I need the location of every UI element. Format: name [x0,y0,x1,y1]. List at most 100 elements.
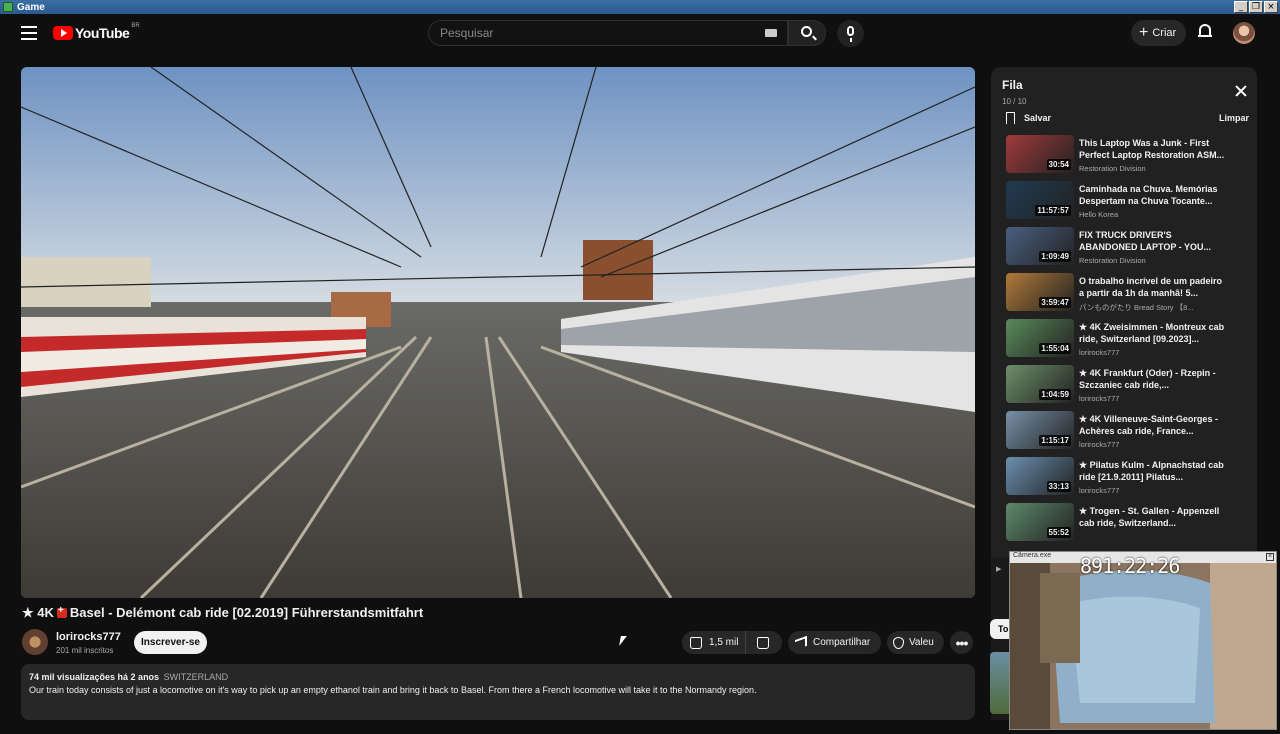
queue-item-thumbnail[interactable]: 1:15:17 [1006,411,1074,449]
thumb-up-icon [690,636,702,649]
minimize-button[interactable]: _ [1234,1,1248,13]
queue-item[interactable]: 11:57:57 Caminhada na Chuva. Memórias Des… [1006,181,1246,223]
related-video-thumbnail[interactable] [990,652,1010,714]
queue-item-thumbnail[interactable]: 55:52 [1006,503,1074,541]
restore-button[interactable]: ❐ [1249,1,1263,13]
queue-item-title[interactable]: Caminhada na Chuva. Memórias Despertam n… [1079,183,1229,207]
webcam-overlay-window[interactable]: Câmera.exe × 891:22:26 [1009,551,1277,730]
queue-item-duration: 30:54 [1046,159,1071,170]
play-logo-icon [53,26,73,40]
queue-item-title[interactable]: O trabalho incrível de um padeiro a part… [1079,275,1229,299]
mic-icon [847,26,854,42]
swiss-flag-icon [56,605,67,618]
close-icon[interactable] [1234,84,1248,98]
queue-item-title[interactable]: This Laptop Was a Junk - First Perfect L… [1079,137,1229,161]
queue-item-duration: 1:55:04 [1039,343,1071,354]
account-avatar[interactable] [1233,22,1255,44]
share-button[interactable]: Compartilhar [788,631,881,654]
queue-item-channel: lorirocks777 [1079,348,1120,357]
masthead: YouTube BR +Criar [0,14,1280,54]
search-icon [801,26,812,37]
queue-item-duration: 33:13 [1046,481,1071,492]
search-button[interactable] [788,20,826,46]
thanks-button[interactable]: Valeu [887,631,944,654]
queue-item[interactable]: 1:55:04 ★ 4K Zweisimmen - Montreux cab ri… [1006,319,1246,361]
queue-item-channel: パンものがたり Bread Story 【8... [1079,303,1194,312]
queue-item-thumbnail[interactable]: 1:04:59 [1006,365,1074,403]
save-queue-button[interactable]: Salvar [1006,112,1051,124]
queue-item-title[interactable]: ★ Trogen - St. Gallen - Appenzell cab ri… [1079,505,1229,529]
queue-item-duration: 3:59:47 [1039,297,1071,308]
subscriber-count: 201 mil inscritos [56,646,114,655]
queue-item-thumbnail[interactable]: 3:59:47 [1006,273,1074,311]
video-player[interactable] [21,67,975,598]
dislike-button[interactable] [757,636,769,649]
close-window-button[interactable]: × [1264,1,1278,13]
video-frame [21,67,975,598]
voice-search-button[interactable] [837,20,864,47]
queue-item-title[interactable]: ★ Pilatus Kulm - Alpnachstad cab ride [2… [1079,459,1229,483]
search-box [428,20,788,46]
share-icon [795,635,807,650]
queue-item-thumbnail[interactable]: 1:09:49 [1006,227,1074,265]
queue-item-duration: 1:09:49 [1039,251,1071,262]
webcam-timer: 891:22:26 [1080,554,1180,578]
queue-title: Fila [1002,78,1023,92]
queue-item[interactable]: 3:59:47 O trabalho incrível de um padeiro… [1006,273,1246,315]
keyboard-icon[interactable] [765,29,777,37]
queue-item[interactable]: 1:15:17 ★ 4K Villeneuve-Saint-Georges - A… [1006,411,1246,453]
queue-item-channel: lorirocks777 [1079,394,1120,403]
channel-avatar[interactable] [22,629,48,655]
clear-queue-button[interactable]: Limpar [1219,113,1249,123]
queue-panel: Fila 10 / 10 Salvar Limpar 30:54 This Lap… [991,67,1257,557]
queue-item-channel: Hello Korea [1079,210,1119,219]
queue-item-title[interactable]: ★ 4K Villeneuve-Saint-Georges - Achères … [1079,413,1229,437]
queue-item[interactable]: 1:09:49 FIX TRUCK DRIVER'S ABANDONED LAPT… [1006,227,1246,269]
description-meta: 74 mil visualizações há 2 anos SWITZERLA… [29,672,229,682]
queue-item[interactable]: 1:04:59 ★ 4K Frankfurt (Oder) - Rzepin - … [1006,365,1246,407]
window-titlebar: Game _ ❐ × [0,0,1280,14]
queue-item-thumbnail[interactable]: 30:54 [1006,135,1074,173]
queue-item-duration: 55:52 [1046,527,1071,538]
queue-item-duration: 1:04:59 [1039,389,1071,400]
description-text: Our train today consists of just a locom… [29,685,757,695]
chevron-right-icon[interactable]: ▶ [996,565,1001,573]
subscribe-button[interactable]: Inscrever-se [134,631,207,654]
queue-item[interactable]: 30:54 This Laptop Was a Junk - First Perf… [1006,135,1246,177]
queue-item[interactable]: 55:52 ★ Trogen - St. Gallen - Appenzell c… [1006,503,1246,545]
thanks-icon [893,636,904,649]
bookmark-icon [1006,112,1015,124]
more-actions-button[interactable]: ••• [950,631,973,654]
menu-icon[interactable] [21,26,37,40]
queue-item[interactable]: 33:13 ★ Pilatus Kulm - Alpnachstad cab ri… [1006,457,1246,499]
channel-name[interactable]: lorirocks777 [56,631,121,643]
queue-count: 10 / 10 [1002,97,1027,106]
app-icon [3,2,13,12]
queue-item-thumbnail[interactable]: 11:57:57 [1006,181,1074,219]
like-button[interactable]: 1,5 mil [682,631,746,654]
queue-item-duration: 1:15:17 [1039,435,1071,446]
mouse-cursor [619,636,627,646]
window-title: Game [17,1,45,13]
webcam-close-icon[interactable]: × [1266,553,1274,561]
queue-item-title[interactable]: FIX TRUCK DRIVER'S ABANDONED LAPTOP - YO… [1079,229,1229,253]
description-box[interactable]: 74 mil visualizações há 2 anos SWITZERLA… [21,664,975,720]
create-button[interactable]: + Criar [1131,20,1186,46]
queue-item-channel: Restoration Division [1079,164,1146,173]
search-input[interactable] [429,21,749,45]
plus-icon: + [1139,24,1149,41]
queue-item-channel: lorirocks777 [1079,440,1120,449]
webcam-feed [1010,563,1276,729]
queue-item-thumbnail[interactable]: 1:55:04 [1006,319,1074,357]
queue-item-title[interactable]: ★ 4K Zweisimmen - Montreux cab ride, Swi… [1079,321,1229,345]
queue-item-channel: Restoration Division [1079,256,1146,265]
location-tag[interactable]: SWITZERLAND [164,672,229,682]
like-dislike-group: 1,5 mil [682,631,782,654]
queue-item-thumbnail[interactable]: 33:13 [1006,457,1074,495]
queue-item-channel: lorirocks777 [1079,486,1120,495]
queue-item-duration: 11:57:57 [1035,205,1071,216]
video-title: ★ 4KBasel - Delémont cab ride [02.2019] … [22,605,423,621]
youtube-logo[interactable]: YouTube BR [53,23,140,41]
notifications-bell-icon[interactable] [1198,24,1212,40]
queue-item-title[interactable]: ★ 4K Frankfurt (Oder) - Rzepin - Szczani… [1079,367,1229,391]
